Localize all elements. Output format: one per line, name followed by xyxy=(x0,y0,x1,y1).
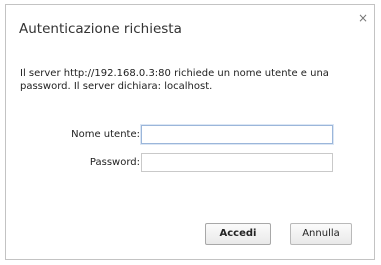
password-row: Password: xyxy=(6,153,374,174)
username-label: Nome utente: xyxy=(71,129,140,140)
username-row: Nome utente: xyxy=(6,125,374,146)
dialog-message: Il server http://192.168.0.3:80 richiede… xyxy=(20,68,329,92)
dialog-title: Autenticazione richiesta xyxy=(19,21,182,37)
password-input[interactable] xyxy=(141,153,333,172)
cancel-button[interactable]: Annulla xyxy=(290,223,352,245)
close-icon[interactable]: × xyxy=(357,12,369,24)
password-label: Password: xyxy=(89,157,140,168)
auth-dialog: × Autenticazione richiesta Il server htt… xyxy=(5,4,375,260)
login-button[interactable]: Accedi xyxy=(205,223,271,245)
username-input[interactable] xyxy=(141,125,333,144)
